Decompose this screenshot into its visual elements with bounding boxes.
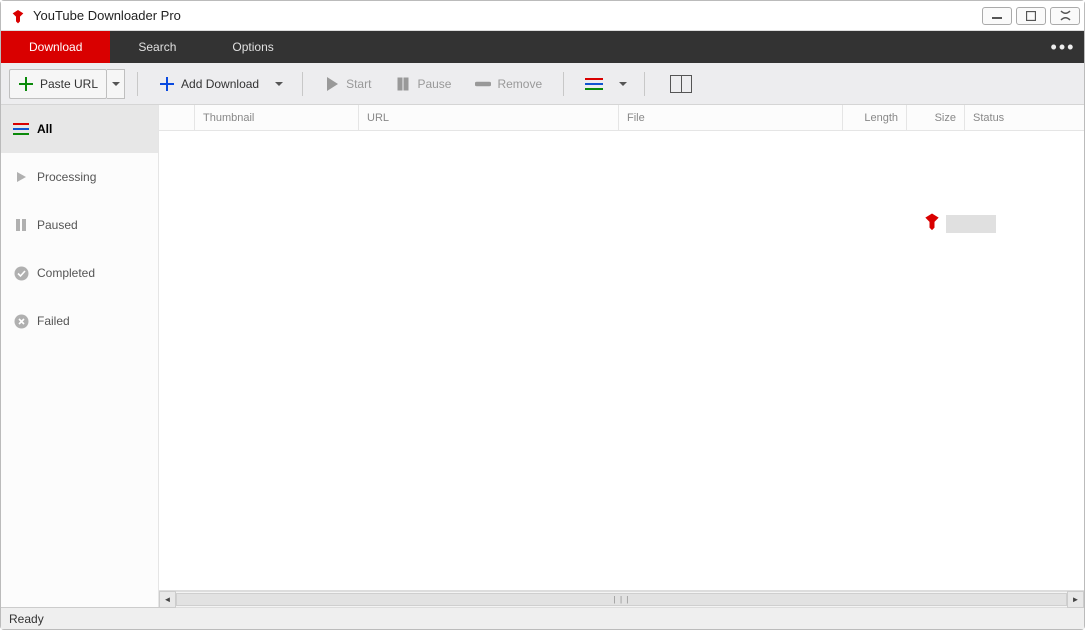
tooltip-overlay bbox=[922, 211, 996, 236]
start-label: Start bbox=[346, 77, 371, 91]
toolbar-separator bbox=[302, 72, 303, 96]
sidebar-item-failed[interactable]: Failed bbox=[1, 297, 158, 345]
column-header-url[interactable]: URL bbox=[359, 105, 619, 130]
x-circle-icon bbox=[13, 313, 29, 329]
column-header-file[interactable]: File bbox=[619, 105, 843, 130]
column-label: Length bbox=[864, 112, 898, 124]
filter-dropdown[interactable] bbox=[614, 69, 632, 99]
start-button[interactable]: Start bbox=[315, 69, 380, 99]
scroll-track[interactable]: | | | bbox=[176, 591, 1067, 608]
tab-label: Search bbox=[138, 40, 176, 54]
minimize-button[interactable] bbox=[982, 7, 1012, 25]
app-window: YouTube Downloader Pro Download Search O… bbox=[0, 0, 1085, 630]
app-logo-icon bbox=[9, 7, 27, 25]
remove-label: Remove bbox=[497, 77, 542, 91]
paste-url-button[interactable]: Paste URL bbox=[9, 69, 107, 99]
close-button[interactable] bbox=[1050, 7, 1080, 25]
sidebar-item-label: Paused bbox=[37, 218, 78, 232]
split-view-icon bbox=[670, 75, 692, 93]
remove-button[interactable]: Remove bbox=[466, 69, 551, 99]
sidebar-item-label: Completed bbox=[37, 266, 95, 280]
maximize-button[interactable] bbox=[1016, 7, 1046, 25]
plus-icon bbox=[18, 76, 34, 92]
add-download-dropdown[interactable] bbox=[268, 69, 290, 99]
titlebar: YouTube Downloader Pro bbox=[1, 1, 1084, 31]
column-label: Status bbox=[973, 112, 1004, 124]
column-label: Thumbnail bbox=[203, 112, 254, 124]
layout-toggle-button[interactable] bbox=[657, 69, 701, 99]
play-icon bbox=[13, 169, 29, 185]
chevron-down-icon bbox=[275, 82, 283, 86]
column-header-size[interactable]: Size bbox=[907, 105, 965, 130]
column-label: Size bbox=[935, 112, 956, 124]
main-content: All Processing Paused Completed bbox=[1, 105, 1084, 607]
horizontal-scrollbar[interactable]: ◄ | | | ► bbox=[159, 590, 1084, 607]
sidebar-item-all[interactable]: All bbox=[1, 105, 158, 153]
pause-button[interactable]: Pause bbox=[386, 69, 460, 99]
column-label: URL bbox=[367, 112, 389, 124]
filter-button[interactable] bbox=[576, 69, 614, 99]
chevron-down-icon bbox=[112, 82, 120, 86]
paste-url-dropdown[interactable] bbox=[107, 69, 125, 99]
column-header-status[interactable]: Status bbox=[965, 105, 1084, 130]
pause-label: Pause bbox=[417, 77, 451, 91]
column-label: File bbox=[627, 112, 645, 124]
statusbar: Ready bbox=[1, 607, 1084, 629]
add-download-label: Add Download bbox=[181, 77, 259, 91]
minus-icon bbox=[475, 76, 491, 92]
chevron-down-icon bbox=[619, 82, 627, 86]
overflow-menu-button[interactable]: ••• bbox=[1042, 31, 1084, 63]
menu-lines-icon bbox=[13, 121, 29, 137]
sidebar: All Processing Paused Completed bbox=[1, 105, 159, 607]
toolbar-separator bbox=[563, 72, 564, 96]
paste-url-label: Paste URL bbox=[40, 77, 98, 91]
sidebar-item-processing[interactable]: Processing bbox=[1, 153, 158, 201]
sidebar-item-label: Processing bbox=[37, 170, 96, 184]
sidebar-item-label: All bbox=[37, 122, 52, 136]
download-list-panel: Thumbnail URL File Length Size Status ◄ … bbox=[159, 105, 1084, 607]
tab-label: Options bbox=[232, 40, 273, 54]
add-download-button[interactable]: Add Download bbox=[150, 69, 268, 99]
sidebar-item-label: Failed bbox=[37, 314, 70, 328]
toolbar: Paste URL Add Download Start Pause bbox=[1, 63, 1084, 105]
column-header-checkbox[interactable] bbox=[159, 105, 195, 130]
sidebar-item-completed[interactable]: Completed bbox=[1, 249, 158, 297]
toolbar-separator bbox=[644, 72, 645, 96]
scroll-left-button[interactable]: ◄ bbox=[159, 591, 176, 608]
scroll-right-button[interactable]: ► bbox=[1067, 591, 1084, 608]
window-title: YouTube Downloader Pro bbox=[33, 8, 181, 23]
tab-options[interactable]: Options bbox=[204, 31, 301, 63]
main-tabs: Download Search Options ••• bbox=[1, 31, 1084, 63]
app-logo-icon bbox=[922, 211, 942, 236]
play-icon bbox=[324, 76, 340, 92]
download-list-body bbox=[159, 131, 1084, 590]
status-text: Ready bbox=[9, 612, 44, 626]
column-headers: Thumbnail URL File Length Size Status bbox=[159, 105, 1084, 131]
toolbar-separator bbox=[137, 72, 138, 96]
column-header-thumbnail[interactable]: Thumbnail bbox=[195, 105, 359, 130]
scroll-thumb[interactable]: | | | bbox=[176, 593, 1067, 606]
pause-icon bbox=[13, 217, 29, 233]
tooltip-bar bbox=[946, 215, 996, 233]
column-header-length[interactable]: Length bbox=[843, 105, 907, 130]
check-circle-icon bbox=[13, 265, 29, 281]
tab-label: Download bbox=[29, 40, 82, 54]
plus-icon bbox=[159, 76, 175, 92]
sidebar-item-paused[interactable]: Paused bbox=[1, 201, 158, 249]
pause-icon bbox=[395, 76, 411, 92]
tab-search[interactable]: Search bbox=[110, 31, 204, 63]
menu-lines-icon bbox=[585, 78, 605, 90]
tab-download[interactable]: Download bbox=[1, 31, 110, 63]
